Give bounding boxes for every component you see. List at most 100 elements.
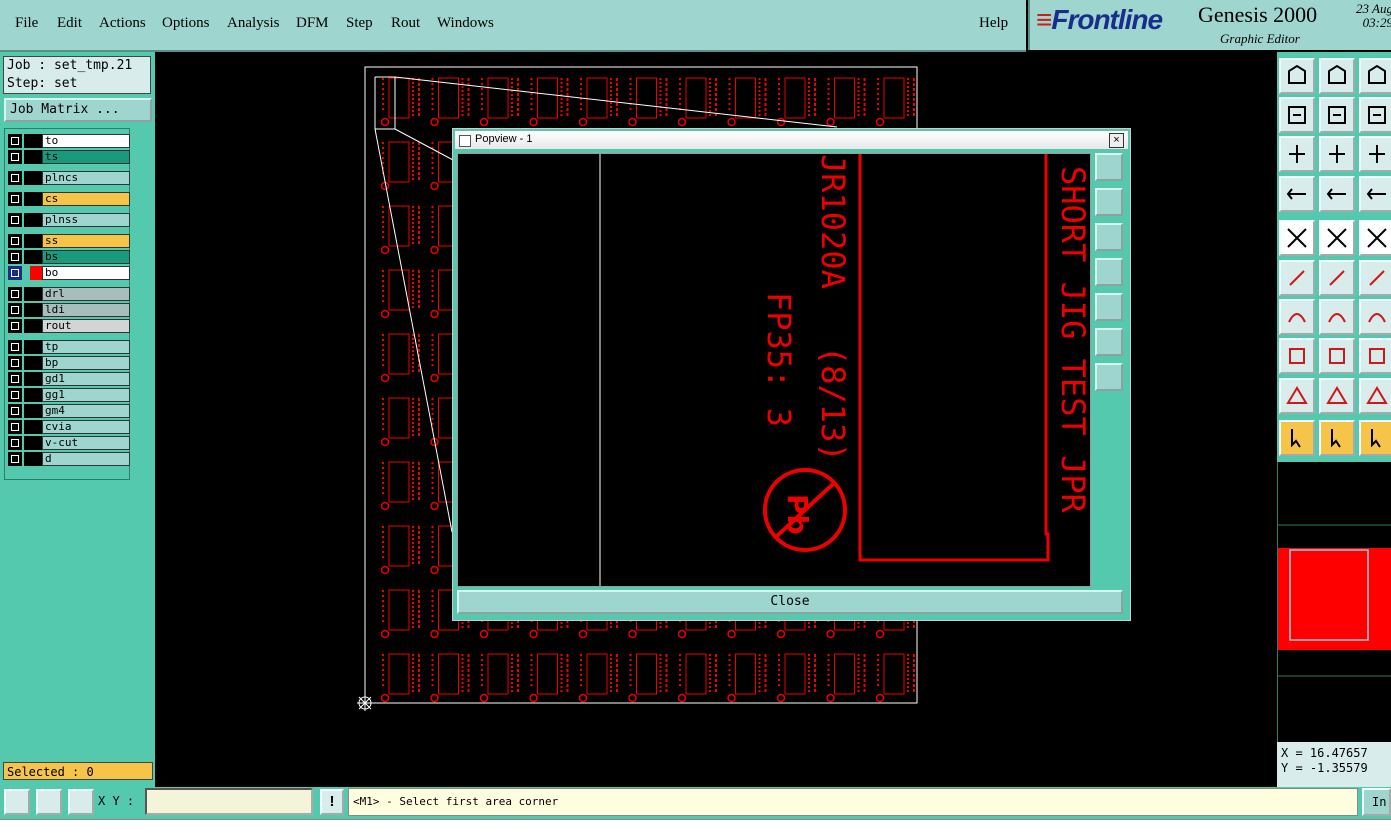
slant-line-icon[interactable]: [1319, 299, 1355, 335]
layer-name[interactable]: v-cut: [42, 436, 130, 450]
layer-color-swatch[interactable]: [24, 234, 42, 248]
layer-name[interactable]: ldi: [42, 303, 130, 317]
zoom-1to1-icon[interactable]: [1359, 136, 1391, 172]
peak-icon[interactable]: [1319, 378, 1355, 414]
zoom-next-icon[interactable]: [1359, 58, 1391, 94]
layer-name[interactable]: plncs: [42, 171, 130, 185]
grid-icon[interactable]: [1319, 176, 1355, 212]
delete-icon[interactable]: [1319, 260, 1355, 296]
layer-row-ts[interactable]: ts: [8, 150, 130, 164]
layer-name[interactable]: to: [42, 134, 130, 148]
snap-grid-icon[interactable]: [68, 789, 94, 815]
layer-checkbox[interactable]: [8, 372, 22, 386]
layer-color-swatch[interactable]: [24, 356, 42, 370]
layer-row-cs[interactable]: cs: [8, 192, 130, 206]
layer-name[interactable]: gg1: [42, 388, 130, 402]
layer-checkbox[interactable]: [8, 452, 22, 466]
add-line-icon[interactable]: [1319, 220, 1355, 256]
menu-file[interactable]: File: [15, 15, 38, 32]
popview-close-button[interactable]: Close: [457, 590, 1123, 614]
zoom-fit-icon[interactable]: [1279, 136, 1315, 172]
layer-row-ss[interactable]: ss: [8, 234, 130, 248]
layer-name[interactable]: cs: [42, 192, 130, 206]
line-tool-icon[interactable]: [1279, 299, 1315, 335]
layer-row-v-cut[interactable]: v-cut: [8, 436, 130, 450]
layer-row-cvia[interactable]: cvia: [8, 420, 130, 434]
layer-checkbox[interactable]: [8, 340, 22, 354]
layer-row-plncs[interactable]: plncs: [8, 171, 130, 185]
layer-color-swatch[interactable]: [24, 287, 42, 301]
job-matrix-button[interactable]: Job Matrix ...: [4, 98, 152, 122]
layer-name[interactable]: tp: [42, 340, 130, 354]
layer-row-bp[interactable]: bp: [8, 356, 130, 370]
connect-icon[interactable]: [1279, 260, 1315, 296]
measure-mode-icon[interactable]: [36, 789, 62, 815]
layer-row-drl[interactable]: drl: [8, 287, 130, 301]
move-point-icon[interactable]: [1359, 260, 1391, 296]
layer-checkbox[interactable]: [8, 303, 22, 317]
layer-row-plnss[interactable]: plnss: [8, 213, 130, 227]
undo-view-icon[interactable]: [1359, 97, 1391, 133]
snap-icon[interactable]: [1279, 176, 1315, 212]
layer-checkbox[interactable]: [8, 287, 22, 301]
menu-windows[interactable]: Windows: [437, 15, 494, 32]
menu-dfm[interactable]: DFM: [296, 15, 329, 32]
layer-row-tp[interactable]: tp: [8, 340, 130, 354]
pan-left-icon[interactable]: [1279, 97, 1315, 133]
menu-analysis[interactable]: Analysis: [227, 15, 280, 32]
overview-panel[interactable]: [1277, 462, 1391, 742]
select-box-icon[interactable]: [1319, 420, 1355, 456]
layer-checkbox[interactable]: [8, 250, 22, 264]
layer-color-swatch[interactable]: [24, 150, 42, 164]
zoom-home-icon[interactable]: [1279, 58, 1315, 94]
layer-checkbox[interactable]: [8, 192, 22, 206]
layer-row-rout[interactable]: rout: [8, 319, 130, 333]
layer-checkbox[interactable]: [8, 388, 22, 402]
layer-row-gg1[interactable]: gg1: [8, 388, 130, 402]
layer-color-swatch[interactable]: [24, 404, 42, 418]
popview-canvas[interactable]: SHORT JIG TEST JPR JR1020A FP35: 3 (8/13…: [457, 153, 1092, 587]
arrow-up-icon[interactable]: [1359, 378, 1391, 414]
cut-tool-icon[interactable]: [1319, 338, 1355, 374]
layer-row-gd1[interactable]: gd1: [8, 372, 130, 386]
menu-step[interactable]: Step: [346, 15, 373, 32]
layer-row-gm4[interactable]: gm4: [8, 404, 130, 418]
layer-color-swatch[interactable]: [24, 250, 42, 264]
layer-name[interactable]: ss: [42, 234, 130, 248]
layer-color-swatch[interactable]: [24, 171, 42, 185]
layer-color-swatch[interactable]: [30, 266, 42, 280]
layer-name[interactable]: cvia: [42, 420, 130, 434]
layer-name[interactable]: rout: [42, 319, 130, 333]
layer-checkbox[interactable]: [8, 319, 22, 333]
popview-zoom-out-button[interactable]: [1095, 363, 1123, 391]
layer-checkbox[interactable]: [8, 134, 22, 148]
popview-pan-down-button[interactable]: [1095, 223, 1123, 251]
layer-checkbox[interactable]: [8, 266, 22, 280]
layer-color-swatch[interactable]: [24, 134, 42, 148]
layer-row-ldi[interactable]: ldi: [8, 303, 130, 317]
zoom-center-icon[interactable]: [1319, 136, 1355, 172]
layer-checkbox[interactable]: [8, 213, 22, 227]
in-button[interactable]: In: [1362, 788, 1391, 816]
layer-checkbox[interactable]: [8, 404, 22, 418]
layer-checkbox[interactable]: [8, 420, 22, 434]
pad-tool-icon[interactable]: [1279, 338, 1315, 374]
popview-zoom-in-button[interactable]: [1095, 328, 1123, 356]
netlist-icon[interactable]: [1359, 176, 1391, 212]
layer-checkbox[interactable]: [8, 150, 22, 164]
layer-color-swatch[interactable]: [24, 452, 42, 466]
exclamation-button[interactable]: !: [320, 789, 344, 815]
layer-checkbox[interactable]: [8, 356, 22, 370]
layer-color-swatch[interactable]: [24, 319, 42, 333]
layer-color-swatch[interactable]: [24, 372, 42, 386]
layer-row-to[interactable]: to: [8, 134, 130, 148]
menu-help[interactable]: Help: [979, 15, 1008, 32]
layer-checkbox[interactable]: [8, 171, 22, 185]
layer-checkbox[interactable]: [8, 234, 22, 248]
popview-titlebar[interactable]: Popview - 1 ×: [455, 131, 1128, 149]
layer-color-swatch[interactable]: [24, 388, 42, 402]
stretch-icon[interactable]: [1359, 338, 1391, 374]
popview-pan-up-button[interactable]: [1095, 188, 1123, 216]
menu-edit[interactable]: Edit: [57, 15, 82, 32]
popview-pan-right-button[interactable]: [1095, 293, 1123, 321]
